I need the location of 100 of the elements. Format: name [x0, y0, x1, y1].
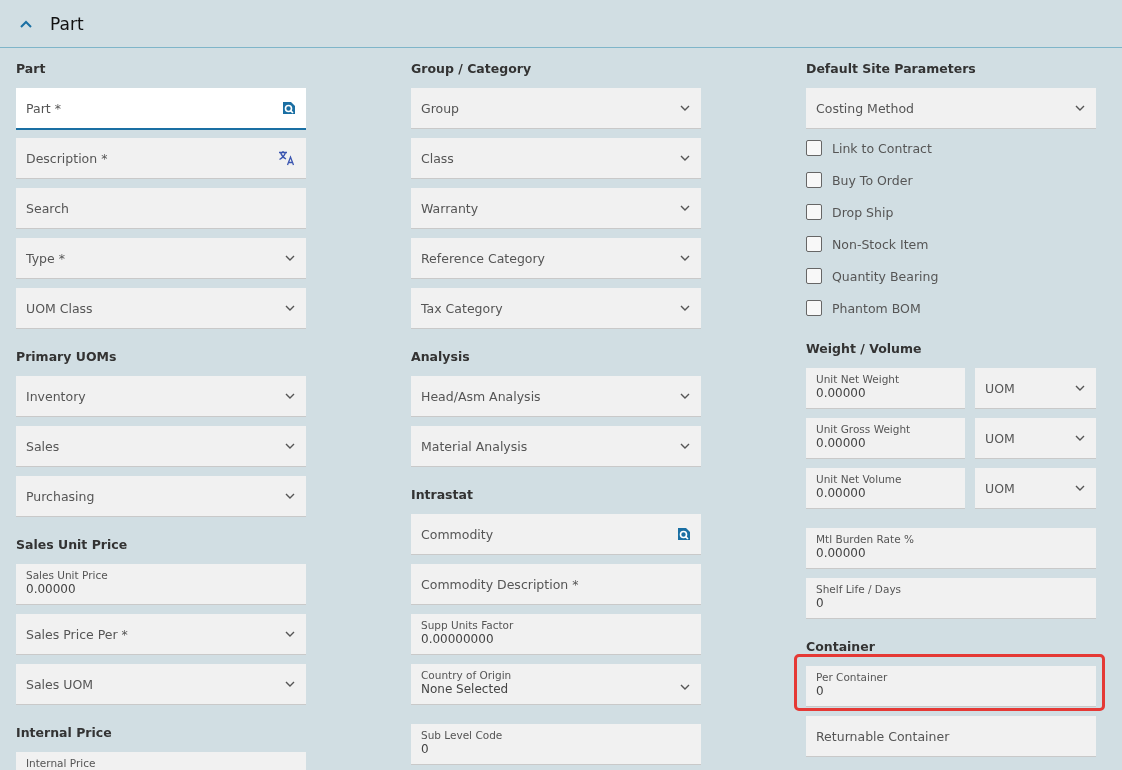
input-field[interactable]: Returnable Container [806, 716, 1096, 756]
chevron-down-icon [285, 443, 295, 449]
input-field[interactable]: Shelf Life / Days 0 [806, 578, 1096, 618]
chevron-down-icon [285, 493, 295, 499]
checkbox-label: Non-Stock Item [832, 236, 929, 252]
dropdown[interactable]: Type * [16, 238, 306, 278]
field-value: None Selected [421, 682, 510, 696]
input-field[interactable]: Commodity [411, 514, 701, 554]
dropdown[interactable]: UOM Class [16, 288, 306, 328]
field-label: Sub Level Code [421, 729, 504, 741]
input-field[interactable]: Per Container 0 [806, 666, 1096, 706]
group-heading: Weight / Volume [806, 340, 923, 358]
field-value: 0 [816, 596, 825, 610]
dropdown[interactable]: Reference Category [411, 238, 701, 278]
group-heading: Container [806, 638, 876, 656]
chevron-down-icon [680, 305, 690, 311]
checkbox-label: Phantom BOM [832, 300, 921, 316]
field-label: Mtl Burden Rate % [816, 533, 915, 545]
field-value: 0 [421, 742, 430, 756]
field-label: Internal Price [26, 757, 97, 769]
dropdown[interactable]: Sales UOM [16, 664, 306, 704]
field-label: Shelf Life / Days [816, 583, 903, 595]
input-field[interactable]: Unit Gross Weight 0.00000 [806, 418, 965, 458]
chevron-down-icon [285, 631, 295, 637]
dropdown[interactable]: UOM [975, 468, 1096, 508]
field-value: 0.00000 [816, 436, 867, 450]
chevron-down-icon [680, 255, 690, 261]
dropdown[interactable]: Tax Category [411, 288, 701, 328]
dropdown[interactable]: Warranty [411, 188, 701, 228]
checkbox[interactable] [806, 172, 822, 188]
group-heading: Sales Unit Price [16, 536, 129, 554]
field-label: Unit Gross Weight [816, 423, 912, 435]
field-value: 0.00000 [816, 486, 867, 500]
checkbox[interactable] [806, 300, 822, 316]
input-field[interactable]: Search [16, 188, 306, 228]
chevron-down-icon [285, 681, 295, 687]
chevron-down-icon [1075, 385, 1085, 391]
chevron-down-icon [680, 683, 690, 690]
checkbox[interactable] [806, 140, 822, 156]
section-title: Part [50, 13, 84, 34]
chevron-down-icon [680, 155, 690, 161]
checkbox-label: Buy To Order [832, 172, 913, 188]
field-value: 0.00000 [26, 582, 77, 596]
chevron-down-icon [680, 443, 690, 449]
chevron-down-icon [680, 205, 690, 211]
group-heading: Internal Price [16, 724, 113, 742]
dropdown[interactable]: Costing Method [806, 88, 1096, 128]
dropdown[interactable]: Inventory [16, 376, 306, 416]
chevron-down-icon [680, 393, 690, 399]
dropdown[interactable]: Sales [16, 426, 306, 466]
chevron-down-icon [1075, 105, 1085, 111]
chevron-down-icon [285, 393, 295, 399]
field-label: Unit Net Volume [816, 473, 903, 485]
field-label: Per Container [816, 671, 889, 683]
dropdown[interactable]: Material Analysis [411, 426, 701, 466]
group-heading: Analysis [411, 348, 471, 366]
dropdown[interactable]: Head/Asm Analysis [411, 376, 701, 416]
group-heading: Intrastat [411, 486, 474, 504]
field-value: 0.00000000 [421, 632, 495, 646]
field-value: 0.00000 [816, 546, 867, 560]
input-field[interactable]: Commodity Description * [411, 564, 701, 604]
checkbox[interactable] [806, 204, 822, 220]
dropdown[interactable]: Purchasing [16, 476, 306, 516]
input-field[interactable]: Supp Units Factor 0.00000000 [411, 614, 701, 654]
checkbox-label: Link to Contract [832, 140, 932, 156]
input-field[interactable]: Part * [16, 88, 306, 128]
input-field[interactable]: Sales Unit Price 0.00000 [16, 564, 306, 604]
chevron-down-icon [285, 305, 295, 311]
translate-icon[interactable] [278, 150, 296, 166]
input-field[interactable]: Sub Level Code 0 [411, 724, 701, 764]
input-field[interactable]: Unit Net Volume 0.00000 [806, 468, 965, 508]
dropdown[interactable]: UOM [975, 368, 1096, 408]
chevron-up-icon[interactable] [20, 19, 32, 28]
group-heading: Group / Category [411, 60, 533, 78]
group-heading: Primary UOMs [16, 348, 118, 366]
input-field[interactable]: Description * [16, 138, 306, 178]
dropdown[interactable]: Class [411, 138, 701, 178]
dropdown[interactable]: Group [411, 88, 701, 128]
dropdown[interactable]: UOM [975, 418, 1096, 458]
input-field[interactable]: Unit Net Weight 0.00000 [806, 368, 965, 408]
group-heading: Part [16, 60, 47, 78]
field-label: Country of Origin [421, 669, 513, 681]
chevron-down-icon [1075, 485, 1085, 491]
chevron-down-icon [680, 105, 690, 111]
checkbox[interactable] [806, 268, 822, 284]
field-value: 0 [816, 684, 825, 698]
field-label: Supp Units Factor [421, 619, 515, 631]
field-value: 0.00000 [816, 386, 867, 400]
search-icon[interactable] [282, 101, 296, 115]
input-field[interactable]: Internal Price [16, 752, 306, 770]
checkbox[interactable] [806, 236, 822, 252]
chevron-down-icon [1075, 435, 1085, 441]
dropdown[interactable]: Country of Origin None Selected [411, 664, 701, 704]
chevron-down-icon [285, 255, 295, 261]
search-icon[interactable] [677, 527, 691, 541]
dropdown[interactable]: Sales Price Per * [16, 614, 306, 654]
field-label: Unit Net Weight [816, 373, 901, 385]
group-heading: Default Site Parameters [806, 60, 977, 78]
input-field[interactable]: Mtl Burden Rate % 0.00000 [806, 528, 1096, 568]
checkbox-label: Quantity Bearing [832, 268, 939, 284]
